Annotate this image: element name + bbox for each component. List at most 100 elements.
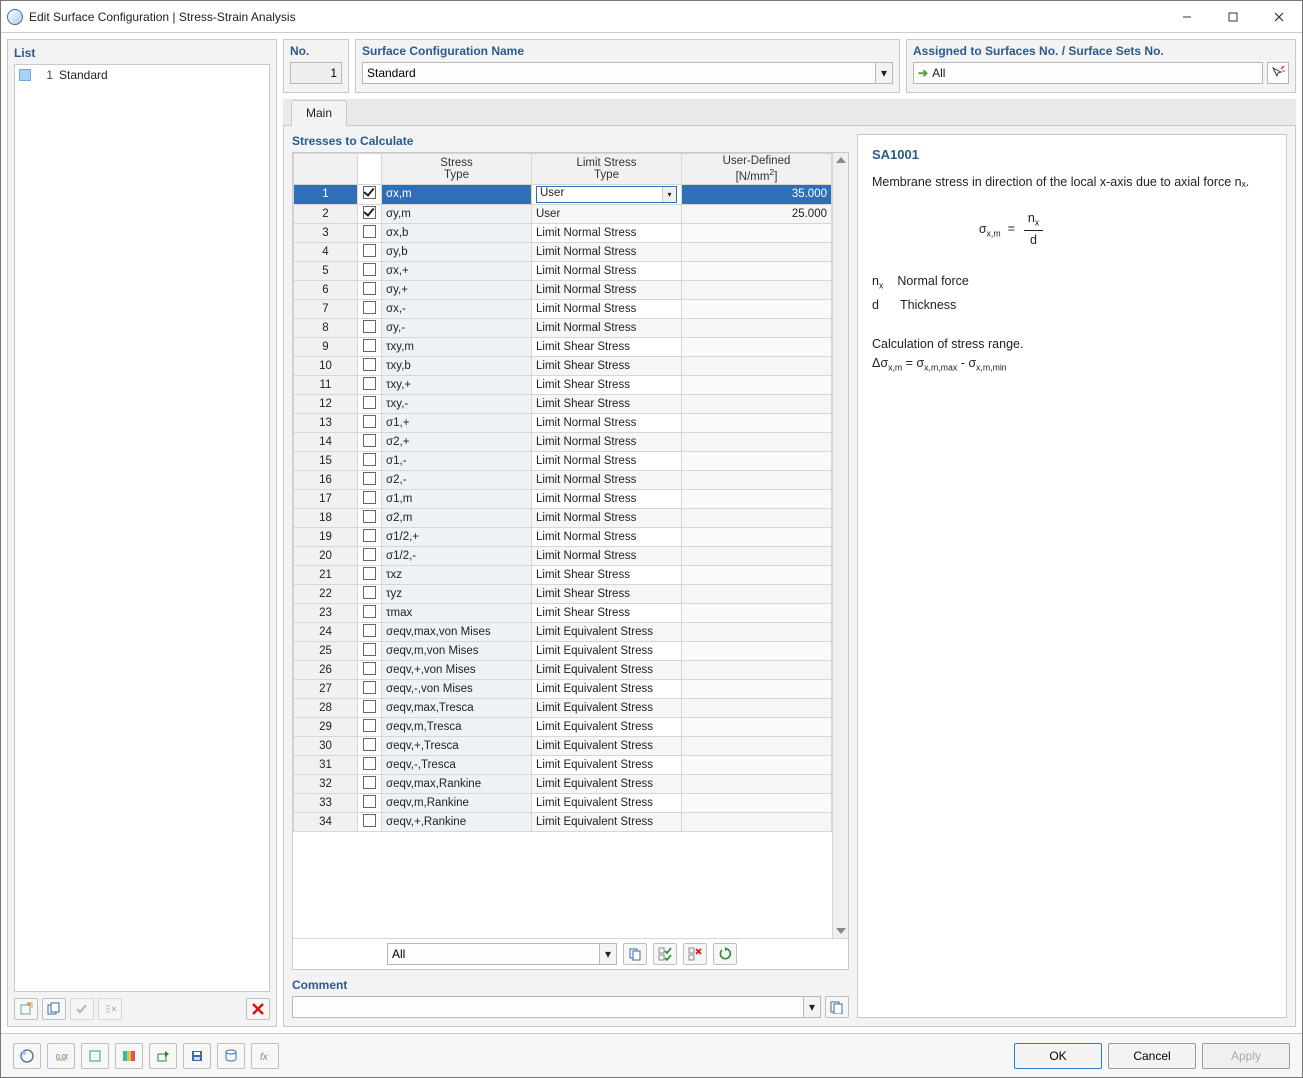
row-number[interactable]: 18 <box>294 508 358 527</box>
cell-limit-type[interactable]: User <box>532 204 682 223</box>
cell-user-defined[interactable] <box>682 223 832 242</box>
cell-limit-type[interactable]: Limit Equivalent Stress <box>532 679 682 698</box>
cell-user-defined[interactable] <box>682 774 832 793</box>
row-number[interactable]: 11 <box>294 375 358 394</box>
row-number[interactable]: 12 <box>294 394 358 413</box>
cell-user-defined[interactable] <box>682 793 832 812</box>
cell-stress-type[interactable]: σeqv,max,Tresca <box>382 698 532 717</box>
row-checkbox[interactable] <box>358 660 382 679</box>
cell-user-defined[interactable] <box>682 394 832 413</box>
cell-user-defined[interactable] <box>682 622 832 641</box>
cell-stress-type[interactable]: σx,+ <box>382 261 532 280</box>
row-checkbox[interactable] <box>358 299 382 318</box>
cell-limit-type[interactable]: Limit Normal Stress <box>532 489 682 508</box>
row-checkbox[interactable] <box>358 717 382 736</box>
row-number[interactable]: 6 <box>294 280 358 299</box>
row-checkbox[interactable] <box>358 413 382 432</box>
row-checkbox[interactable] <box>358 603 382 622</box>
cell-limit-type[interactable]: Limit Normal Stress <box>532 299 682 318</box>
row-checkbox[interactable] <box>358 679 382 698</box>
cell-limit-type[interactable]: Limit Normal Stress <box>532 261 682 280</box>
cell-user-defined[interactable] <box>682 641 832 660</box>
cell-stress-type[interactable]: σ1,m <box>382 489 532 508</box>
cell-stress-type[interactable]: σ2,m <box>382 508 532 527</box>
cell-limit-type[interactable]: Limit Equivalent Stress <box>532 698 682 717</box>
grid-scrollbar[interactable] <box>832 153 848 938</box>
cell-stress-type[interactable]: σ1,- <box>382 451 532 470</box>
cell-user-defined[interactable] <box>682 698 832 717</box>
cell-user-defined[interactable] <box>682 508 832 527</box>
cell-stress-type[interactable]: σeqv,m,Rankine <box>382 793 532 812</box>
row-checkbox[interactable] <box>358 527 382 546</box>
delete-item-button[interactable] <box>246 998 270 1020</box>
ok-button[interactable]: OK <box>1014 1043 1102 1069</box>
cell-user-defined[interactable] <box>682 299 832 318</box>
row-checkbox[interactable] <box>358 223 382 242</box>
cell-user-defined[interactable] <box>682 413 832 432</box>
function-button[interactable]: fx <box>251 1043 279 1069</box>
export-button[interactable] <box>149 1043 177 1069</box>
col-stress-type[interactable]: StressType <box>382 154 532 185</box>
cell-user-defined[interactable] <box>682 679 832 698</box>
units-button[interactable]: 0,00 <box>47 1043 75 1069</box>
name-dropdown-button[interactable]: ▾ <box>875 62 893 84</box>
cell-user-defined[interactable] <box>682 432 832 451</box>
configuration-list[interactable]: 1 Standard <box>14 64 270 992</box>
row-number[interactable]: 2 <box>294 204 358 223</box>
row-checkbox[interactable] <box>358 451 382 470</box>
cell-limit-type[interactable]: Limit Shear Stress <box>532 584 682 603</box>
cell-limit-type[interactable]: Limit Normal Stress <box>532 318 682 337</box>
row-number[interactable]: 27 <box>294 679 358 698</box>
row-checkbox[interactable] <box>358 584 382 603</box>
row-checkbox[interactable] <box>358 470 382 489</box>
cell-limit-type[interactable]: Limit Shear Stress <box>532 337 682 356</box>
uncheck-rows-button[interactable] <box>683 943 707 965</box>
cell-user-defined[interactable] <box>682 280 832 299</box>
cell-limit-type[interactable]: Limit Normal Stress <box>532 280 682 299</box>
row-number[interactable]: 17 <box>294 489 358 508</box>
col-user-defined[interactable]: User-Defined[N/mm2] <box>682 154 832 185</box>
row-checkbox[interactable] <box>358 489 382 508</box>
row-checkbox[interactable] <box>358 774 382 793</box>
row-number[interactable]: 5 <box>294 261 358 280</box>
cancel-button[interactable]: Cancel <box>1108 1043 1196 1069</box>
row-number[interactable]: 29 <box>294 717 358 736</box>
cell-limit-type[interactable]: Limit Normal Stress <box>532 242 682 261</box>
cell-stress-type[interactable]: σx,m <box>382 184 532 204</box>
cell-user-defined[interactable] <box>682 660 832 679</box>
cell-stress-type[interactable]: σy,m <box>382 204 532 223</box>
cell-stress-type[interactable]: σ2,- <box>382 470 532 489</box>
maximize-button[interactable] <box>1210 2 1256 32</box>
cell-stress-type[interactable]: τxz <box>382 565 532 584</box>
row-number[interactable]: 13 <box>294 413 358 432</box>
row-number[interactable]: 9 <box>294 337 358 356</box>
cell-user-defined[interactable] <box>682 755 832 774</box>
row-number[interactable]: 14 <box>294 432 358 451</box>
row-checkbox[interactable] <box>358 337 382 356</box>
row-number[interactable]: 3 <box>294 223 358 242</box>
pick-surfaces-button[interactable] <box>1267 62 1289 84</box>
cell-stress-type[interactable]: σy,- <box>382 318 532 337</box>
row-checkbox[interactable] <box>358 565 382 584</box>
stresses-grid[interactable]: StressType Limit StressType User-Defined… <box>292 152 849 970</box>
row-checkbox[interactable] <box>358 242 382 261</box>
assigned-field[interactable]: ➔ All <box>913 62 1263 84</box>
cell-limit-type[interactable]: Limit Normal Stress <box>532 413 682 432</box>
row-number[interactable]: 8 <box>294 318 358 337</box>
cell-limit-type[interactable]: User▾ <box>532 184 682 204</box>
row-number[interactable]: 10 <box>294 356 358 375</box>
row-number[interactable]: 34 <box>294 812 358 831</box>
cell-user-defined[interactable] <box>682 337 832 356</box>
row-number[interactable]: 7 <box>294 299 358 318</box>
cell-limit-type[interactable]: Limit Equivalent Stress <box>532 812 682 831</box>
row-number[interactable]: 32 <box>294 774 358 793</box>
reset-rows-button[interactable] <box>713 943 737 965</box>
cell-user-defined[interactable] <box>682 812 832 831</box>
copy-rows-button[interactable] <box>623 943 647 965</box>
cell-limit-type[interactable]: Limit Shear Stress <box>532 565 682 584</box>
cell-stress-type[interactable]: τxy,- <box>382 394 532 413</box>
cell-limit-type[interactable]: Limit Equivalent Stress <box>532 736 682 755</box>
row-number[interactable]: 25 <box>294 641 358 660</box>
row-checkbox[interactable] <box>358 356 382 375</box>
row-checkbox[interactable] <box>358 394 382 413</box>
